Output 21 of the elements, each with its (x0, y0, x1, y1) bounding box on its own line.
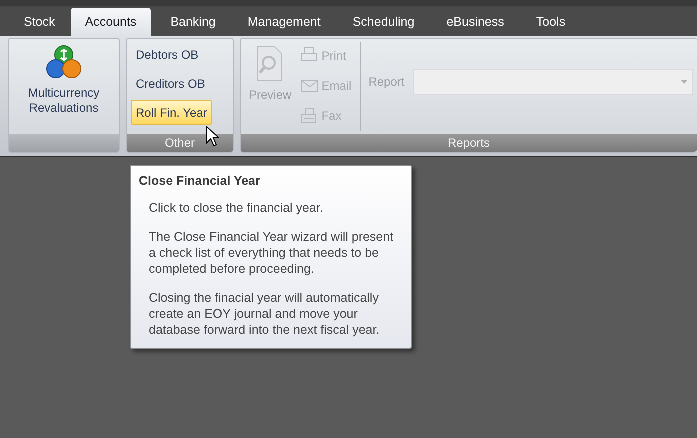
tab[interactable]: Tools (520, 8, 582, 36)
tooltip-text: The Close Financial Year wizard will present a check list of everything that needs to be completed before proceeding. (149, 229, 395, 277)
tab[interactable]: Accounts (71, 8, 151, 36)
ribbon-button[interactable]: Debtors OB (131, 42, 212, 67)
mouse-pointer-icon (206, 126, 220, 148)
group-label: Reports (241, 134, 697, 152)
tab[interactable]: Management (232, 8, 337, 36)
coins-icon (46, 44, 82, 80)
document-magnifier-icon (255, 46, 286, 82)
tooltip-title: Close Financial Year (139, 174, 262, 188)
tooltip-text: Closing the finacial year will automatically create an EOY journal and move your database forward into the next fiscal year. (149, 290, 381, 338)
report-label: Report (368, 74, 405, 88)
tab[interactable]: Scheduling (336, 8, 431, 36)
group-label: Other (127, 134, 233, 152)
tab[interactable]: Banking (154, 8, 232, 36)
tab[interactable]: Stock (8, 8, 72, 36)
ribbon-button[interactable]: Roll Fin. Year (131, 100, 212, 125)
ribbon-button[interactable]: Creditors OB (131, 71, 212, 96)
dropdown-arrow-icon (681, 80, 688, 84)
tab[interactable]: eBusiness (430, 8, 520, 36)
tooltip-text: Click to close the financial year. (149, 200, 324, 216)
